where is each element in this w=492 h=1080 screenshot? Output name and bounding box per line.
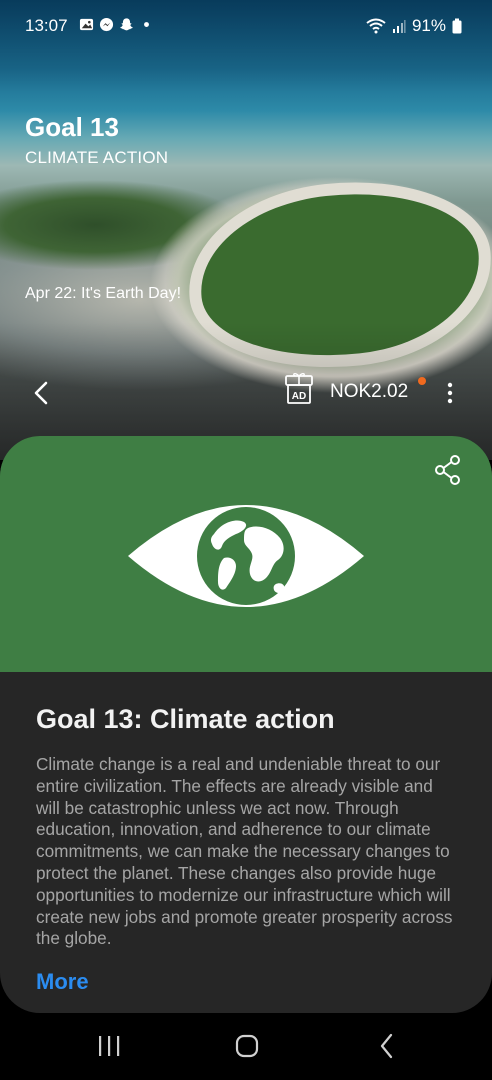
recents-icon[interactable]	[94, 1031, 124, 1061]
notification-icons	[79, 17, 154, 32]
snapchat-icon	[119, 18, 134, 31]
wifi-icon	[366, 18, 386, 34]
ad-badge[interactable]: AD	[283, 372, 317, 406]
more-options-icon[interactable]	[443, 380, 457, 406]
notification-dot	[418, 377, 426, 385]
hero-shade	[0, 0, 492, 460]
earth-day-text: Apr 22: It's Earth Day!	[25, 285, 182, 302]
gift-ad-icon: AD	[285, 373, 313, 404]
hero-subtitle: CLIMATE ACTION	[25, 148, 169, 167]
hero-image	[0, 0, 492, 460]
goal-title: Goal 13: Climate action	[36, 704, 335, 734]
messenger-icon	[99, 17, 114, 32]
status-time: 13:07	[25, 16, 68, 35]
goal-banner	[0, 436, 492, 672]
home-icon[interactable]	[232, 1031, 262, 1061]
eye-globe-icon	[128, 505, 364, 607]
battery-percent: 91%	[411, 16, 446, 35]
more-link[interactable]: More	[36, 969, 89, 995]
system-nav-bar	[0, 1013, 492, 1080]
currency-value: NOK2.02	[330, 381, 409, 402]
ad-label: AD	[292, 391, 306, 402]
share-icon[interactable]	[433, 454, 463, 486]
battery-icon	[452, 18, 462, 34]
gallery-icon	[79, 18, 94, 31]
status-right: 91%	[366, 16, 462, 36]
back-arrow-icon[interactable]	[30, 380, 54, 406]
hero-title: Goal 13	[25, 112, 119, 142]
signal-icon	[392, 20, 406, 33]
goal-description: Climate change is a real and undeniable …	[36, 754, 453, 949]
back-icon[interactable]	[372, 1031, 402, 1061]
status-bar: 13:07 91%	[0, 0, 492, 50]
goal-card: Goal 13: Climate action Climate change i…	[0, 436, 492, 1013]
dot-icon	[144, 22, 149, 27]
